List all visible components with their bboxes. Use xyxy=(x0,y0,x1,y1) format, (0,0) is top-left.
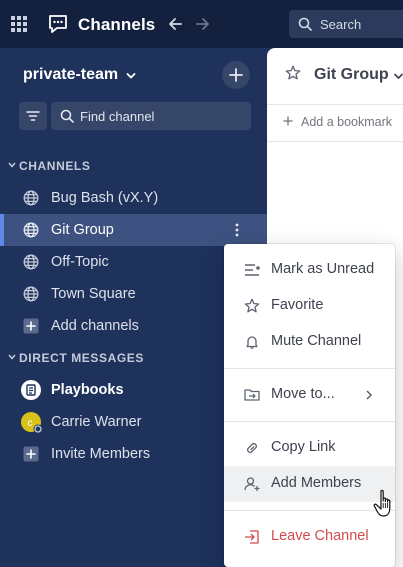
menu-divider xyxy=(224,368,395,369)
search-icon xyxy=(298,17,312,31)
star-icon xyxy=(244,298,260,313)
playbooks-icon xyxy=(21,380,41,400)
menu-item-mark-as-unread[interactable]: Mark as Unread xyxy=(224,252,395,288)
more-options-icon[interactable] xyxy=(229,222,245,238)
filter-button[interactable] xyxy=(19,102,47,130)
menu-item-add-members[interactable]: Add Members xyxy=(224,466,395,502)
sidebar-item-label: Town Square xyxy=(51,286,136,302)
menu-item-label: Leave Channel xyxy=(271,528,369,544)
star-icon[interactable] xyxy=(285,65,301,81)
product-grid-icon[interactable] xyxy=(11,16,27,32)
chevron-down-icon xyxy=(8,162,16,168)
menu-item-label: Move to... xyxy=(271,386,335,402)
channels-icon xyxy=(49,15,67,33)
channel-context-menu: Mark as Unread Favorite Mute Channel Mov… xyxy=(224,244,395,567)
plus-box-icon xyxy=(23,318,39,334)
active-indicator xyxy=(0,214,4,246)
menu-item-label: Favorite xyxy=(271,297,324,313)
menu-item-leave-channel[interactable]: Leave Channel xyxy=(224,519,395,555)
globe-icon xyxy=(23,254,39,270)
hand-cursor-icon xyxy=(373,489,391,517)
chevron-right-icon xyxy=(366,390,373,400)
sidebar-item-git-group[interactable]: Git Group xyxy=(0,214,267,246)
menu-item-mute-channel[interactable]: Mute Channel xyxy=(224,324,395,360)
menu-item-label: Mute Channel xyxy=(271,333,362,349)
top-bar: Channels Search xyxy=(0,0,403,48)
plus-icon xyxy=(283,116,293,126)
move-folder-icon xyxy=(244,389,260,401)
add-button[interactable] xyxy=(222,61,250,89)
chevron-down-icon[interactable] xyxy=(394,73,403,80)
svg-text:c: c xyxy=(28,418,33,429)
sidebar-item-label: Off-Topic xyxy=(51,254,109,270)
link-icon xyxy=(247,443,257,453)
back-arrow-icon[interactable] xyxy=(166,15,184,33)
sidebar-item-label: Add channels xyxy=(51,318,139,334)
menu-item-label: Add Members xyxy=(271,475,362,491)
plus-icon xyxy=(229,68,243,82)
header-divider xyxy=(267,104,403,105)
bookmark-divider xyxy=(267,141,403,142)
globe-icon xyxy=(23,286,39,302)
menu-item-copy-link[interactable]: Copy Link xyxy=(224,430,395,466)
leave-icon xyxy=(245,530,259,544)
find-channel-placeholder: Find channel xyxy=(80,109,155,124)
search-icon xyxy=(60,109,74,123)
mark-unread-icon xyxy=(245,264,260,276)
plus-box-icon xyxy=(23,446,39,462)
sidebar-item-label: Bug Bash (vX.Y) xyxy=(51,190,159,206)
search-box[interactable]: Search xyxy=(289,10,403,38)
menu-item-label: Mark as Unread xyxy=(271,261,375,277)
menu-item-move-to[interactable]: Move to... xyxy=(224,377,395,413)
dm-header-label: DIRECT MESSAGES xyxy=(19,351,145,365)
globe-icon xyxy=(23,222,39,238)
globe-icon xyxy=(23,190,39,206)
sidebar-item-label: Git Group xyxy=(51,222,114,238)
channels-section-header[interactable]: CHANNELS xyxy=(0,156,267,176)
chevron-down-icon xyxy=(8,354,16,360)
app-title: Channels xyxy=(78,15,156,34)
channel-title[interactable]: Git Group xyxy=(314,66,389,84)
add-member-icon xyxy=(244,477,260,491)
add-bookmark-link[interactable]: Add a bookmark xyxy=(301,115,392,129)
team-name[interactable]: private-team xyxy=(23,66,118,84)
channels-header-label: CHANNELS xyxy=(19,159,91,173)
chevron-down-icon[interactable] xyxy=(126,72,136,80)
avatar-icon: c xyxy=(21,412,43,434)
search-placeholder: Search xyxy=(320,17,362,32)
menu-item-label: Copy Link xyxy=(271,439,336,455)
find-channel-input[interactable]: Find channel xyxy=(51,102,251,130)
menu-item-favorite[interactable]: Favorite xyxy=(224,288,395,324)
sidebar-item-label: Playbooks xyxy=(51,382,124,398)
menu-divider xyxy=(224,421,395,422)
forward-arrow-icon[interactable] xyxy=(194,15,212,33)
sidebar-item-bug-bash[interactable]: Bug Bash (vX.Y) xyxy=(0,182,267,214)
sidebar-item-label: Invite Members xyxy=(51,446,151,462)
filter-icon xyxy=(26,111,40,121)
sidebar-item-label: Carrie Warner xyxy=(51,414,142,430)
bell-icon xyxy=(246,336,258,349)
menu-divider xyxy=(224,510,395,511)
